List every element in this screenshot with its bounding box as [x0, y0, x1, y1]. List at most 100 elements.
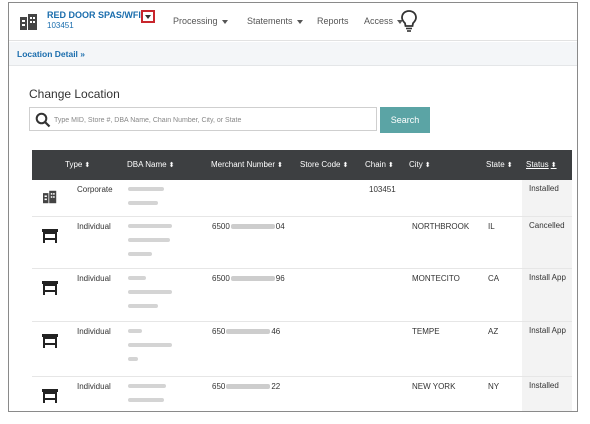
table-row[interactable]: Corporate 103451 Installed [32, 180, 572, 217]
cell-type: Individual [77, 274, 111, 283]
merchant-name: RED DOOR SPAS/WFI [47, 10, 141, 20]
nav-access-label: Access [364, 16, 394, 26]
merchant-number-suffix: 22 [271, 382, 281, 391]
cell-dba-name-redacted [128, 329, 176, 371]
cell-state: NY [488, 382, 500, 391]
column-header-merchant-number[interactable]: Merchant Number ⬍ [211, 160, 283, 169]
merchant-number-suffix: 04 [275, 222, 285, 231]
table-header: Type ⬍ DBA Name ⬍ Merchant Number ⬍ Store C… [32, 150, 572, 180]
cell-city: TEMPE [412, 327, 440, 336]
cell-merchant-number: 650 22 [212, 382, 280, 391]
merchant-number-redacted [226, 329, 271, 335]
merchant-number-prefix: 6500 [212, 274, 230, 283]
building-icon [20, 14, 37, 30]
sort-icon: ⬍ [550, 162, 557, 169]
breadcrumb-location-detail[interactable]: Location Detail » [17, 49, 85, 59]
sort-icon: ⬍ [424, 162, 431, 169]
column-label: City [409, 160, 423, 169]
sort-icon: ⬍ [342, 162, 349, 169]
column-header-type[interactable]: Type ⬍ [65, 160, 90, 169]
caret-down-icon [221, 19, 228, 24]
cell-status: Install App [529, 326, 566, 335]
cell-status: Installed [529, 184, 559, 193]
merchant-dropdown-button[interactable] [141, 10, 155, 23]
table-row[interactable]: Individual 6500 04 NORTHBROOK IL Cancelle… [32, 217, 572, 269]
sort-icon: ⬍ [277, 162, 283, 169]
cell-merchant-number: 6500 96 [212, 274, 285, 283]
merchant-number-redacted [226, 384, 271, 390]
table-row[interactable]: Individual 650 46 TEMPE AZ Install App [32, 322, 572, 377]
search-box [29, 107, 377, 131]
search-icon [35, 112, 51, 128]
cell-type: Individual [77, 222, 111, 231]
column-header-dba-name[interactable]: DBA Name ⬍ [127, 160, 174, 169]
merchant-number-prefix: 650 [212, 382, 226, 391]
sort-icon: ⬍ [506, 162, 513, 169]
merchant-number-suffix: 46 [271, 327, 281, 336]
cell-city: MONTECITO [412, 274, 460, 283]
cell-city: NEW YORK [412, 382, 456, 391]
merchant-id: 103451 [47, 21, 74, 30]
merchant-number-prefix: 650 [212, 327, 226, 336]
nav-access[interactable]: Access [364, 16, 404, 26]
nav-processing-label: Processing [173, 16, 218, 26]
cell-merchant-number: 650 46 [212, 327, 280, 336]
nav-processing[interactable]: Processing [173, 16, 228, 26]
column-label: State [486, 160, 505, 169]
column-label: Store Code [300, 160, 341, 169]
cell-dba-name-redacted [128, 224, 176, 266]
column-label: Chain [365, 160, 386, 169]
top-nav: RED DOOR SPAS/WFI 103451 Processing Stat… [9, 3, 577, 41]
nav-statements[interactable]: Statements [247, 16, 303, 26]
caret-down-icon [296, 19, 303, 24]
nav-reports[interactable]: Reports [317, 16, 349, 26]
nav-reports-label: Reports [317, 16, 349, 26]
cell-state: IL [488, 222, 495, 231]
page-title: Change Location [29, 87, 120, 101]
merchant-number-prefix: 6500 [212, 222, 230, 231]
merchant-number-redacted [230, 224, 275, 230]
cell-dba-name-redacted [128, 384, 176, 411]
cell-type: Individual [77, 327, 111, 336]
nav-statements-label: Statements [247, 16, 293, 26]
column-header-status[interactable]: Status ⬍ [526, 160, 557, 169]
cell-merchant-number: 6500 04 [212, 222, 285, 231]
building-icon [43, 190, 57, 204]
merchant-brand[interactable]: RED DOOR SPAS/WFI 103451 [47, 10, 141, 30]
locations-table: Type ⬍ DBA Name ⬍ Merchant Number ⬍ Store C… [32, 150, 572, 411]
cell-type: Corporate [77, 185, 113, 194]
storefront-icon [42, 334, 58, 348]
search-input[interactable] [54, 112, 374, 128]
table-row[interactable]: Individual 6500 96 MONTECITO CA Install A… [32, 269, 572, 322]
caret-down-icon [145, 14, 151, 19]
merchant-number-redacted [230, 276, 275, 282]
app-window: RED DOOR SPAS/WFI 103451 Processing Stat… [8, 2, 578, 412]
lightbulb-icon[interactable] [400, 9, 418, 33]
table-row[interactable]: Individual 650 22 NEW YORK NY Installed [32, 377, 572, 411]
cell-dba-name-redacted [128, 276, 176, 318]
cell-status: Install App [529, 273, 566, 282]
column-header-store-code[interactable]: Store Code ⬍ [300, 160, 348, 169]
search-button[interactable]: Search [380, 107, 430, 133]
storefront-icon [42, 389, 58, 403]
cell-city: NORTHBROOK [412, 222, 470, 231]
column-header-chain[interactable]: Chain ⬍ [365, 160, 394, 169]
column-label: Status [526, 160, 549, 169]
column-label: Merchant Number [211, 160, 276, 169]
cell-state: AZ [488, 327, 499, 336]
search-bar: Search [29, 107, 436, 133]
cell-status: Cancelled [529, 221, 565, 230]
column-header-city[interactable]: City ⬍ [409, 160, 431, 169]
column-header-state[interactable]: State ⬍ [486, 160, 513, 169]
storefront-icon [42, 229, 58, 243]
sort-icon: ⬍ [168, 162, 175, 169]
cell-status: Installed [529, 381, 559, 390]
cell-state: CA [488, 274, 500, 283]
cell-chain: 103451 [369, 185, 396, 194]
breadcrumb: Location Detail » [9, 42, 577, 66]
column-label: DBA Name [127, 160, 167, 169]
column-label: Type [65, 160, 83, 169]
cell-dba-name-redacted [128, 187, 168, 215]
cell-type: Individual [77, 382, 111, 391]
storefront-icon [42, 281, 58, 295]
